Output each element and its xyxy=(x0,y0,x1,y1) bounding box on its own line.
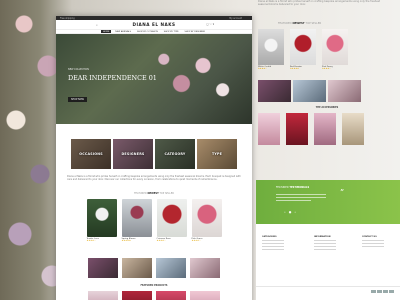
right-promo-banners xyxy=(258,80,396,102)
featured-product-image[interactable] xyxy=(190,290,220,300)
footer-heading: CONTACT US xyxy=(362,236,377,238)
category-designers[interactable]: DESIGNERS xyxy=(113,139,153,169)
footer-column: INFORMATION xyxy=(314,236,344,252)
product-card[interactable]: Spring Bloom ★★★★★ xyxy=(121,198,152,242)
footer-heading: INFORMATION xyxy=(314,236,331,238)
search-icon[interactable]: ⌕ xyxy=(96,23,98,27)
accessory-image[interactable] xyxy=(342,113,364,145)
accessory-image[interactable] xyxy=(258,113,280,145)
footer-divider xyxy=(256,286,400,287)
product-rating: ★★★★☆ xyxy=(86,239,96,242)
tab-newest[interactable]: NEWEST xyxy=(147,192,158,195)
secondary-page-preview: FEATURED NEWEST TOP SELLER White Orchid … xyxy=(258,20,396,145)
category-category[interactable]: CATEGORY xyxy=(155,139,195,169)
promo-banner[interactable] xyxy=(293,80,326,102)
featured-product-image[interactable] xyxy=(122,290,152,300)
product-image[interactable] xyxy=(121,198,152,237)
product-image[interactable] xyxy=(86,198,117,237)
promo-banner[interactable] xyxy=(156,257,186,278)
payment-icons xyxy=(371,290,394,293)
product-card[interactable]: Red Passion ★★★★★ xyxy=(290,29,316,70)
homepage-preview: Free shipping My account ⌕ DIANA EL NAKS… xyxy=(56,16,252,300)
hero-kicker: NEW COLLECTION xyxy=(68,68,89,71)
intro-paragraph: Diana el Naks is a florist who prides he… xyxy=(67,175,241,182)
featured-products-row xyxy=(56,290,252,300)
promo-banner[interactable] xyxy=(258,80,291,102)
category-type[interactable]: TYPE xyxy=(197,139,237,169)
accessory-image[interactable] xyxy=(286,113,308,145)
testimonial-text xyxy=(276,194,326,203)
featured-product-image[interactable] xyxy=(156,290,186,300)
category-tiles: OCCASIONS DESIGNERS CATEGORY TYPE xyxy=(56,139,252,169)
product-grid: Tender Love ★★★★☆ Spring Bloom ★★★★★ Cri… xyxy=(56,198,252,242)
hero-title: DEAR INDEPENDENCE 01 xyxy=(68,74,157,82)
right-tab-featured[interactable]: FEATURED xyxy=(278,22,292,25)
hero-banner: NEW COLLECTION DEAR INDEPENDENCE 01 SHOP… xyxy=(56,34,252,124)
product-image[interactable] xyxy=(191,198,222,237)
featured-product-image[interactable] xyxy=(88,290,118,300)
quote-icon: ” xyxy=(340,188,345,197)
product-rating: ★★★★★ xyxy=(121,239,131,242)
right-intro-text: Diana el Naks is a florist who prides he… xyxy=(258,0,380,7)
right-tab-top-seller[interactable]: TOP SELLER xyxy=(306,22,322,25)
product-rating: ★★★★☆ xyxy=(156,239,166,242)
featured-products-heading: FEATURED PRODUCTS xyxy=(140,283,168,287)
product-rating: ★★★★☆ xyxy=(191,239,201,242)
product-image[interactable] xyxy=(258,29,284,65)
site-footer: CATEGORIES INFORMATION CONTACT US xyxy=(256,224,400,300)
nav-item-type[interactable]: SHOP BY TYPE xyxy=(162,30,181,33)
promo-banner[interactable] xyxy=(190,257,220,278)
product-card[interactable]: White Orchid ★★★★☆ xyxy=(258,29,284,70)
site-logo[interactable]: DIANA EL NAKS xyxy=(133,22,176,27)
product-image[interactable] xyxy=(156,198,187,237)
nav-item-new-arrivals[interactable]: NEW ARRIVALS xyxy=(113,30,133,33)
testimonials-section: FEATURED TESTIMONIALS ” • ● • xyxy=(256,180,400,224)
accessories-row xyxy=(258,113,396,145)
product-card[interactable]: Crimson Rose ★★★★☆ xyxy=(156,198,187,242)
promo-banner[interactable] xyxy=(328,80,361,102)
header: ⌕ DIANA EL NAKS ▢ ♡ ▾ xyxy=(56,20,252,29)
footer-column: CONTACT US xyxy=(362,236,392,249)
nav-item-home[interactable]: HOME xyxy=(100,30,112,33)
product-rating: ★★★★☆ xyxy=(258,68,267,70)
footer-heading: CATEGORIES xyxy=(262,236,277,238)
product-card[interactable]: Tender Love ★★★★☆ xyxy=(86,198,117,242)
nav-item-designer[interactable]: SHOP BY DESIGNER xyxy=(183,30,207,33)
tab-featured[interactable]: FEATURED xyxy=(134,192,147,195)
testimonials-heading: FEATURED TESTIMONIALS xyxy=(276,186,310,189)
promo-banner[interactable] xyxy=(122,257,152,278)
cart-icon[interactable]: ▢ ♡ ▾ xyxy=(206,23,214,26)
accessory-image[interactable] xyxy=(314,113,336,145)
right-tab-newest[interactable]: NEWEST xyxy=(292,22,304,25)
product-card[interactable]: Pink Grace ★★★★☆ xyxy=(191,198,222,242)
carousel-dots[interactable]: • ● • xyxy=(284,210,297,214)
product-card[interactable]: Pink Peony ★★★★☆ xyxy=(322,29,348,70)
product-rating: ★★★★☆ xyxy=(322,68,331,70)
nav-item-occasion[interactable]: SHOP BY OCCASION xyxy=(135,30,160,33)
product-image[interactable] xyxy=(322,29,348,65)
product-image[interactable] xyxy=(290,29,316,65)
product-rating: ★★★★★ xyxy=(290,68,299,70)
hero-shop-button[interactable]: SHOP NOW xyxy=(68,97,87,102)
footer-column: CATEGORIES xyxy=(262,236,292,252)
tab-top-seller[interactable]: TOP SELLER xyxy=(159,192,173,195)
right-product-grid: White Orchid ★★★★☆ Red Passion ★★★★★ Pin… xyxy=(258,29,396,70)
product-tabs: FEATURED NEWEST TOP SELLER xyxy=(56,192,252,195)
right-product-tabs: FEATURED NEWEST TOP SELLER xyxy=(278,22,396,25)
promo-banner[interactable] xyxy=(88,257,118,278)
accessories-heading: THE ACCESSORIES xyxy=(315,106,339,109)
promo-banners xyxy=(56,257,252,278)
category-occasions[interactable]: OCCASIONS xyxy=(71,139,111,169)
